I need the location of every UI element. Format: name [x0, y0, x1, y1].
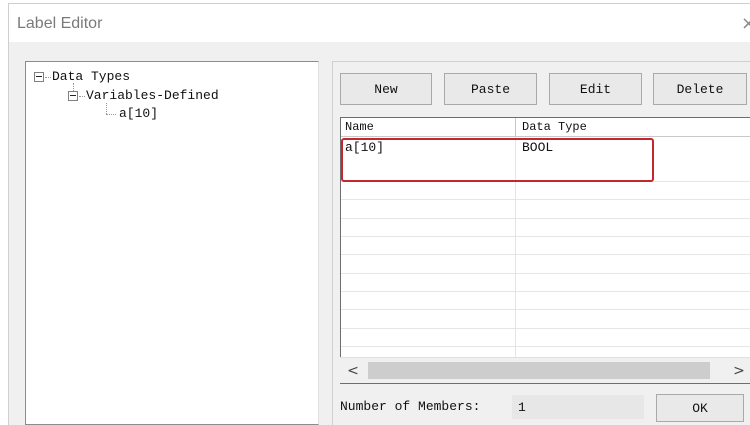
row-divider [341, 218, 750, 219]
tree-node-variables-defined[interactable]: Variables-Defined [86, 88, 219, 103]
edit-button[interactable]: Edit [549, 73, 642, 105]
row-divider [341, 346, 750, 347]
ok-button[interactable]: OK [656, 394, 744, 422]
row-divider [341, 254, 750, 255]
row-divider [341, 291, 750, 292]
new-button[interactable]: New [340, 73, 432, 105]
collapse-icon[interactable] [68, 91, 78, 101]
tree-connector [79, 96, 85, 97]
row-divider [341, 236, 750, 237]
data-types-tree[interactable]: Data Types Variables-Defined a[10] [25, 61, 319, 425]
paste-button[interactable]: Paste [444, 73, 537, 105]
title-bar: Label Editor × [9, 4, 750, 42]
scroll-left-arrow-icon[interactable]: < [340, 358, 366, 384]
scroll-thumb[interactable] [368, 362, 710, 379]
members-table[interactable]: Name Data Type a[10] BOOL [340, 117, 750, 384]
table-header: Name Data Type [341, 118, 750, 137]
tree-connector [106, 114, 116, 115]
column-header-data-type[interactable]: Data Type [522, 120, 587, 134]
row-divider [341, 199, 750, 200]
row-divider [341, 273, 750, 274]
scroll-right-arrow-icon[interactable]: > [728, 358, 750, 384]
column-header-name[interactable]: Name [345, 120, 374, 134]
close-icon[interactable]: × [741, 13, 750, 34]
tree-node-data-types[interactable]: Data Types [52, 69, 130, 84]
members-count-value: 1 [512, 395, 644, 419]
window-title: Label Editor [17, 15, 103, 32]
tree-node-a10[interactable]: a[10] [119, 106, 158, 121]
tree-connector [106, 103, 107, 114]
tree-connector [73, 83, 74, 91]
row-divider [341, 328, 750, 329]
column-divider[interactable] [515, 118, 516, 137]
horizontal-scrollbar[interactable]: < > [340, 357, 750, 383]
delete-button[interactable]: Delete [653, 73, 747, 105]
highlight-annotation [341, 138, 654, 182]
row-divider [341, 309, 750, 310]
tree-connector [45, 77, 51, 78]
members-count-label: Number of Members: [340, 399, 481, 414]
collapse-icon[interactable] [34, 72, 44, 82]
